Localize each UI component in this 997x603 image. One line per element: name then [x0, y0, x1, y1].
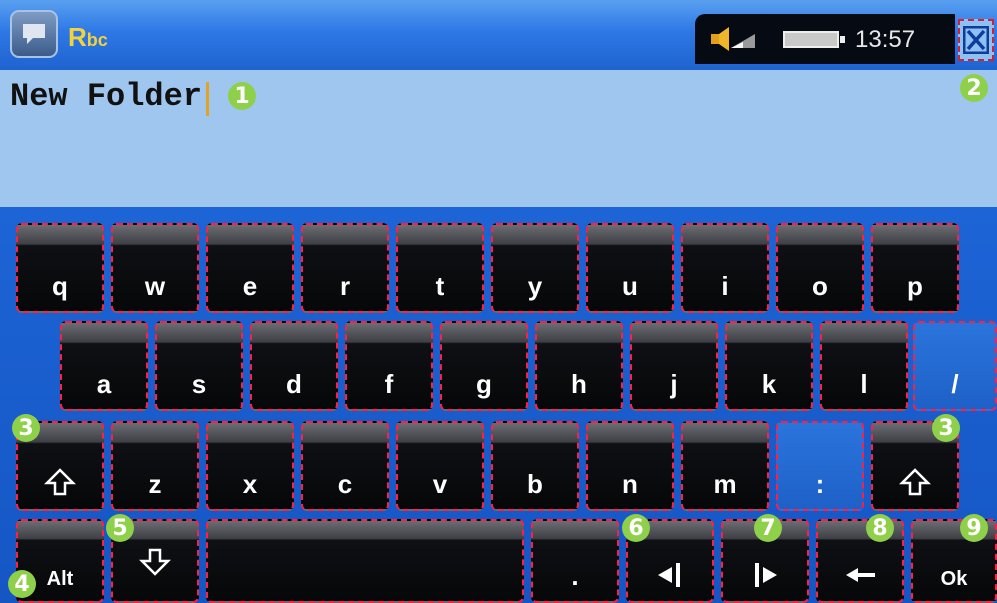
shift-up-arrow-icon — [899, 468, 931, 496]
key-i[interactable]: i — [681, 223, 769, 313]
key-c[interactable]: c — [301, 421, 389, 511]
callout-9: 9 — [960, 514, 988, 542]
input-mode-label: Rbc — [68, 22, 108, 52]
cursor-left-icon — [658, 563, 680, 587]
callout-4: 4 — [8, 570, 36, 598]
callout-8: 8 — [866, 514, 894, 542]
key-o[interactable]: o — [776, 223, 864, 313]
callout-2: 2 — [960, 74, 988, 102]
callout-3-right: 3 — [932, 414, 960, 442]
key-q[interactable]: q — [16, 223, 104, 313]
shift-down-arrow-icon — [139, 548, 171, 576]
key-k[interactable]: k — [725, 321, 813, 411]
clock: 13:57 — [855, 26, 916, 53]
key-g[interactable]: g — [440, 321, 528, 411]
key-slash[interactable]: / — [913, 321, 997, 411]
key-l[interactable]: l — [820, 321, 908, 411]
key-u[interactable]: u — [586, 223, 674, 313]
key-d[interactable]: d — [250, 321, 338, 411]
chat-bubble-icon[interactable] — [10, 10, 58, 58]
callout-5: 5 — [106, 514, 134, 542]
keyboard-screen: Rbc 13:57 New Folder q w e r t y u i o p… — [0, 0, 997, 603]
key-t[interactable]: t — [396, 223, 484, 313]
callout-6: 6 — [622, 514, 650, 542]
key-a[interactable]: a — [60, 321, 148, 411]
key-s[interactable]: s — [155, 321, 243, 411]
callout-1: 1 — [228, 82, 256, 110]
key-colon[interactable]: : — [776, 421, 864, 511]
text-caret — [206, 82, 209, 116]
key-h[interactable]: h — [535, 321, 623, 411]
battery-icon — [783, 31, 845, 48]
on-screen-keyboard: q w e r t y u i o p a s d f g h j k l / … — [0, 207, 997, 603]
shift-up-arrow-icon — [44, 468, 76, 496]
space-key[interactable] — [206, 519, 524, 603]
key-n[interactable]: n — [586, 421, 674, 511]
key-r[interactable]: r — [301, 223, 389, 313]
key-v[interactable]: v — [396, 421, 484, 511]
key-p[interactable]: p — [871, 223, 959, 313]
text-input-area[interactable]: New Folder — [0, 70, 997, 207]
key-period[interactable]: . — [531, 519, 619, 603]
key-y[interactable]: y — [491, 223, 579, 313]
key-x[interactable]: x — [206, 421, 294, 511]
key-j[interactable]: j — [630, 321, 718, 411]
callout-7: 7 — [754, 514, 782, 542]
key-f[interactable]: f — [345, 321, 433, 411]
key-z[interactable]: z — [111, 421, 199, 511]
text-input-value: New Folder — [10, 78, 203, 115]
callout-3-left: 3 — [12, 414, 40, 442]
close-button[interactable] — [958, 19, 994, 61]
key-w[interactable]: w — [111, 223, 199, 313]
close-icon — [963, 26, 989, 54]
key-e[interactable]: e — [206, 223, 294, 313]
backspace-arrow-icon — [846, 568, 875, 582]
header-bar: Rbc 13:57 — [0, 0, 997, 70]
status-panel: 13:57 — [695, 14, 955, 64]
key-b[interactable]: b — [491, 421, 579, 511]
speaker-icon — [711, 27, 755, 51]
cursor-right-icon — [755, 563, 777, 587]
key-m[interactable]: m — [681, 421, 769, 511]
